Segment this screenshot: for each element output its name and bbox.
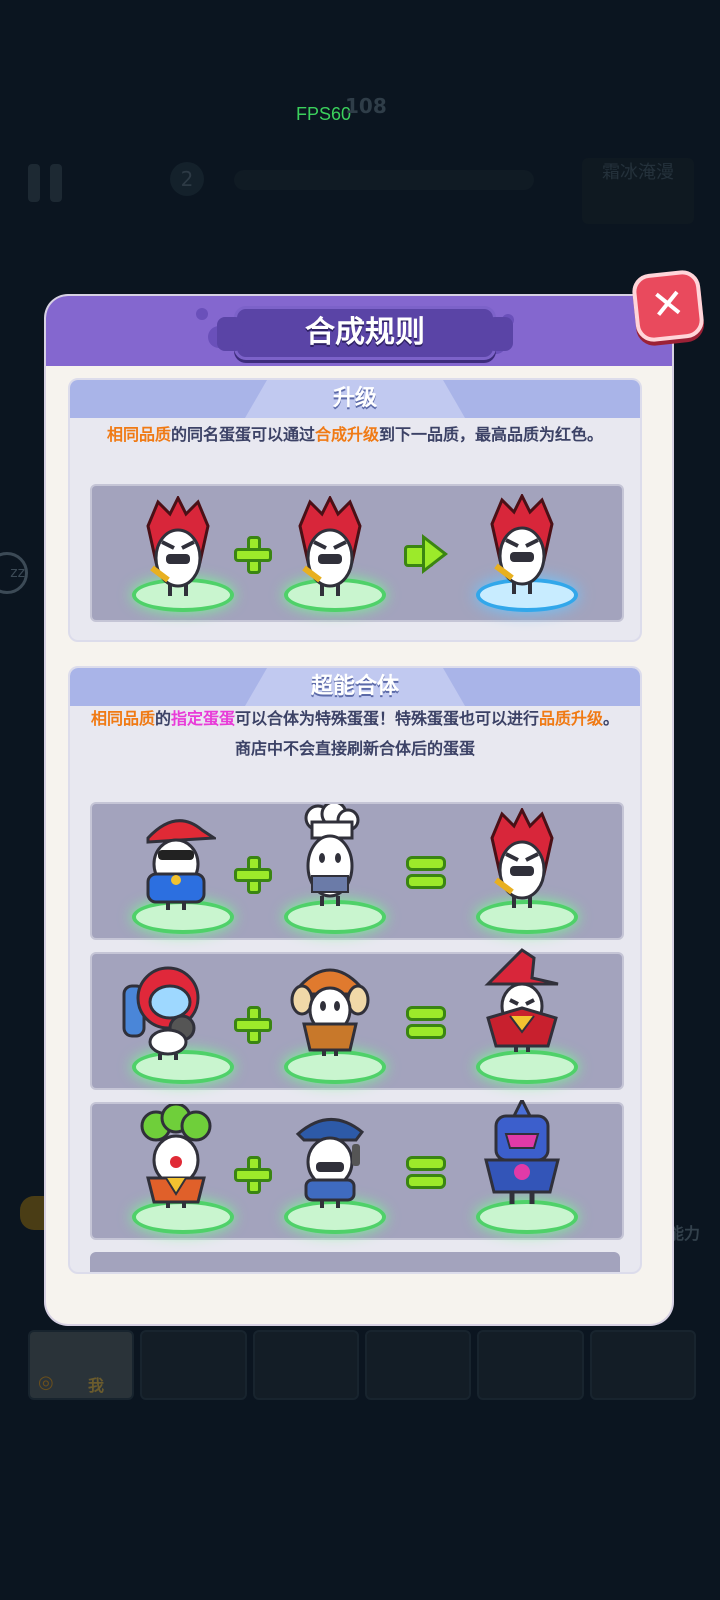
close-button[interactable]: ✕ — [630, 268, 706, 344]
dialog-header: 合成规则 — [46, 296, 672, 366]
slot-4[interactable] — [364, 1330, 472, 1400]
robot-egg-icon — [482, 1100, 562, 1204]
upgrade-description: 相同品质的同名蛋蛋可以通过合成升级到下一品质，最高品质为红色。 — [106, 425, 604, 444]
fusion-recipe-card-partial — [90, 1252, 620, 1272]
fusion-section-header: 超能合体 — [70, 668, 640, 706]
coin-counter: 108 — [345, 94, 387, 118]
wizard-egg-icon — [482, 948, 562, 1052]
equals-icon — [406, 1004, 446, 1039]
left-coin-tab[interactable] — [20, 1196, 46, 1230]
plus-icon — [234, 1156, 272, 1194]
fusion-description: 相同品质的指定蛋蛋可以合体为特殊蛋蛋！特殊蛋蛋也可以进行品质升级。 商店中不会直… — [90, 709, 620, 758]
pause-icon — [28, 164, 40, 202]
red-demon-egg-icon — [482, 808, 562, 912]
level-track — [234, 170, 534, 190]
rapper-egg-icon — [136, 808, 216, 912]
plus-icon — [234, 856, 272, 894]
merge-rules-dialog: 合成规则 升级 相同品质的同名蛋蛋可以通过合成升级到下一品质，最高品质为红色。 — [46, 296, 672, 1324]
fusion-recipe-card — [90, 1100, 624, 1240]
mode-indicator[interactable]: 霜冰淹漫 — [582, 158, 694, 224]
slot-2[interactable] — [140, 1330, 247, 1400]
title-plate: 合成规则 — [217, 306, 513, 360]
level-progress: 2 — [170, 162, 538, 198]
slot-3[interactable] — [252, 1330, 359, 1400]
clown-egg-icon — [136, 1104, 216, 1208]
diver-egg-icon — [122, 958, 202, 1062]
close-icon: ✕ — [648, 280, 687, 330]
police-egg-icon — [290, 1104, 370, 1208]
upgrade-section-header: 升级 — [70, 380, 640, 418]
red-demon-egg-upgraded-icon — [482, 494, 562, 598]
slot-label: 我 — [88, 1376, 105, 1395]
side-badge[interactable]: zz — [0, 552, 28, 594]
arrow-right-icon — [404, 534, 450, 574]
pause-button[interactable] — [28, 164, 66, 204]
bottom-slot-bar: ◎ 我 — [28, 1330, 696, 1400]
pilot-egg-icon — [290, 954, 370, 1058]
red-demon-egg-icon — [138, 496, 218, 600]
chef-egg-icon — [290, 804, 370, 908]
equals-icon — [406, 1154, 446, 1189]
upgrade-recipe-card — [90, 484, 624, 622]
level-badge: 2 — [170, 162, 204, 196]
fusion-section: 超能合体 相同品质的指定蛋蛋可以合体为特殊蛋蛋！特殊蛋蛋也可以进行品质升级。 商… — [68, 666, 642, 1274]
plus-icon — [234, 536, 272, 574]
fps-counter: FPS60 — [296, 104, 352, 124]
fusion-recipe-card — [90, 948, 624, 1090]
red-demon-egg-icon — [290, 496, 370, 600]
slot-5[interactable] — [477, 1330, 584, 1400]
dialog-title: 合成规则 — [305, 315, 425, 350]
upgrade-title: 升级 — [332, 386, 377, 411]
fusion-note: 商店中不会直接刷新合体后的蛋蛋 — [234, 739, 475, 758]
target-icon: ◎ — [38, 1372, 54, 1393]
deco-bubble — [196, 308, 208, 320]
fusion-recipe-card — [90, 802, 624, 940]
fusion-title: 超能合体 — [310, 674, 399, 699]
upgrade-section: 升级 相同品质的同名蛋蛋可以通过合成升级到下一品质，最高品质为红色。 — [68, 378, 642, 642]
equals-icon — [406, 854, 446, 889]
slot-6[interactable] — [589, 1330, 696, 1400]
slot-1[interactable]: ◎ 我 — [28, 1330, 135, 1400]
plus-icon — [234, 1006, 272, 1044]
ability-label: 能力 — [668, 1224, 701, 1243]
